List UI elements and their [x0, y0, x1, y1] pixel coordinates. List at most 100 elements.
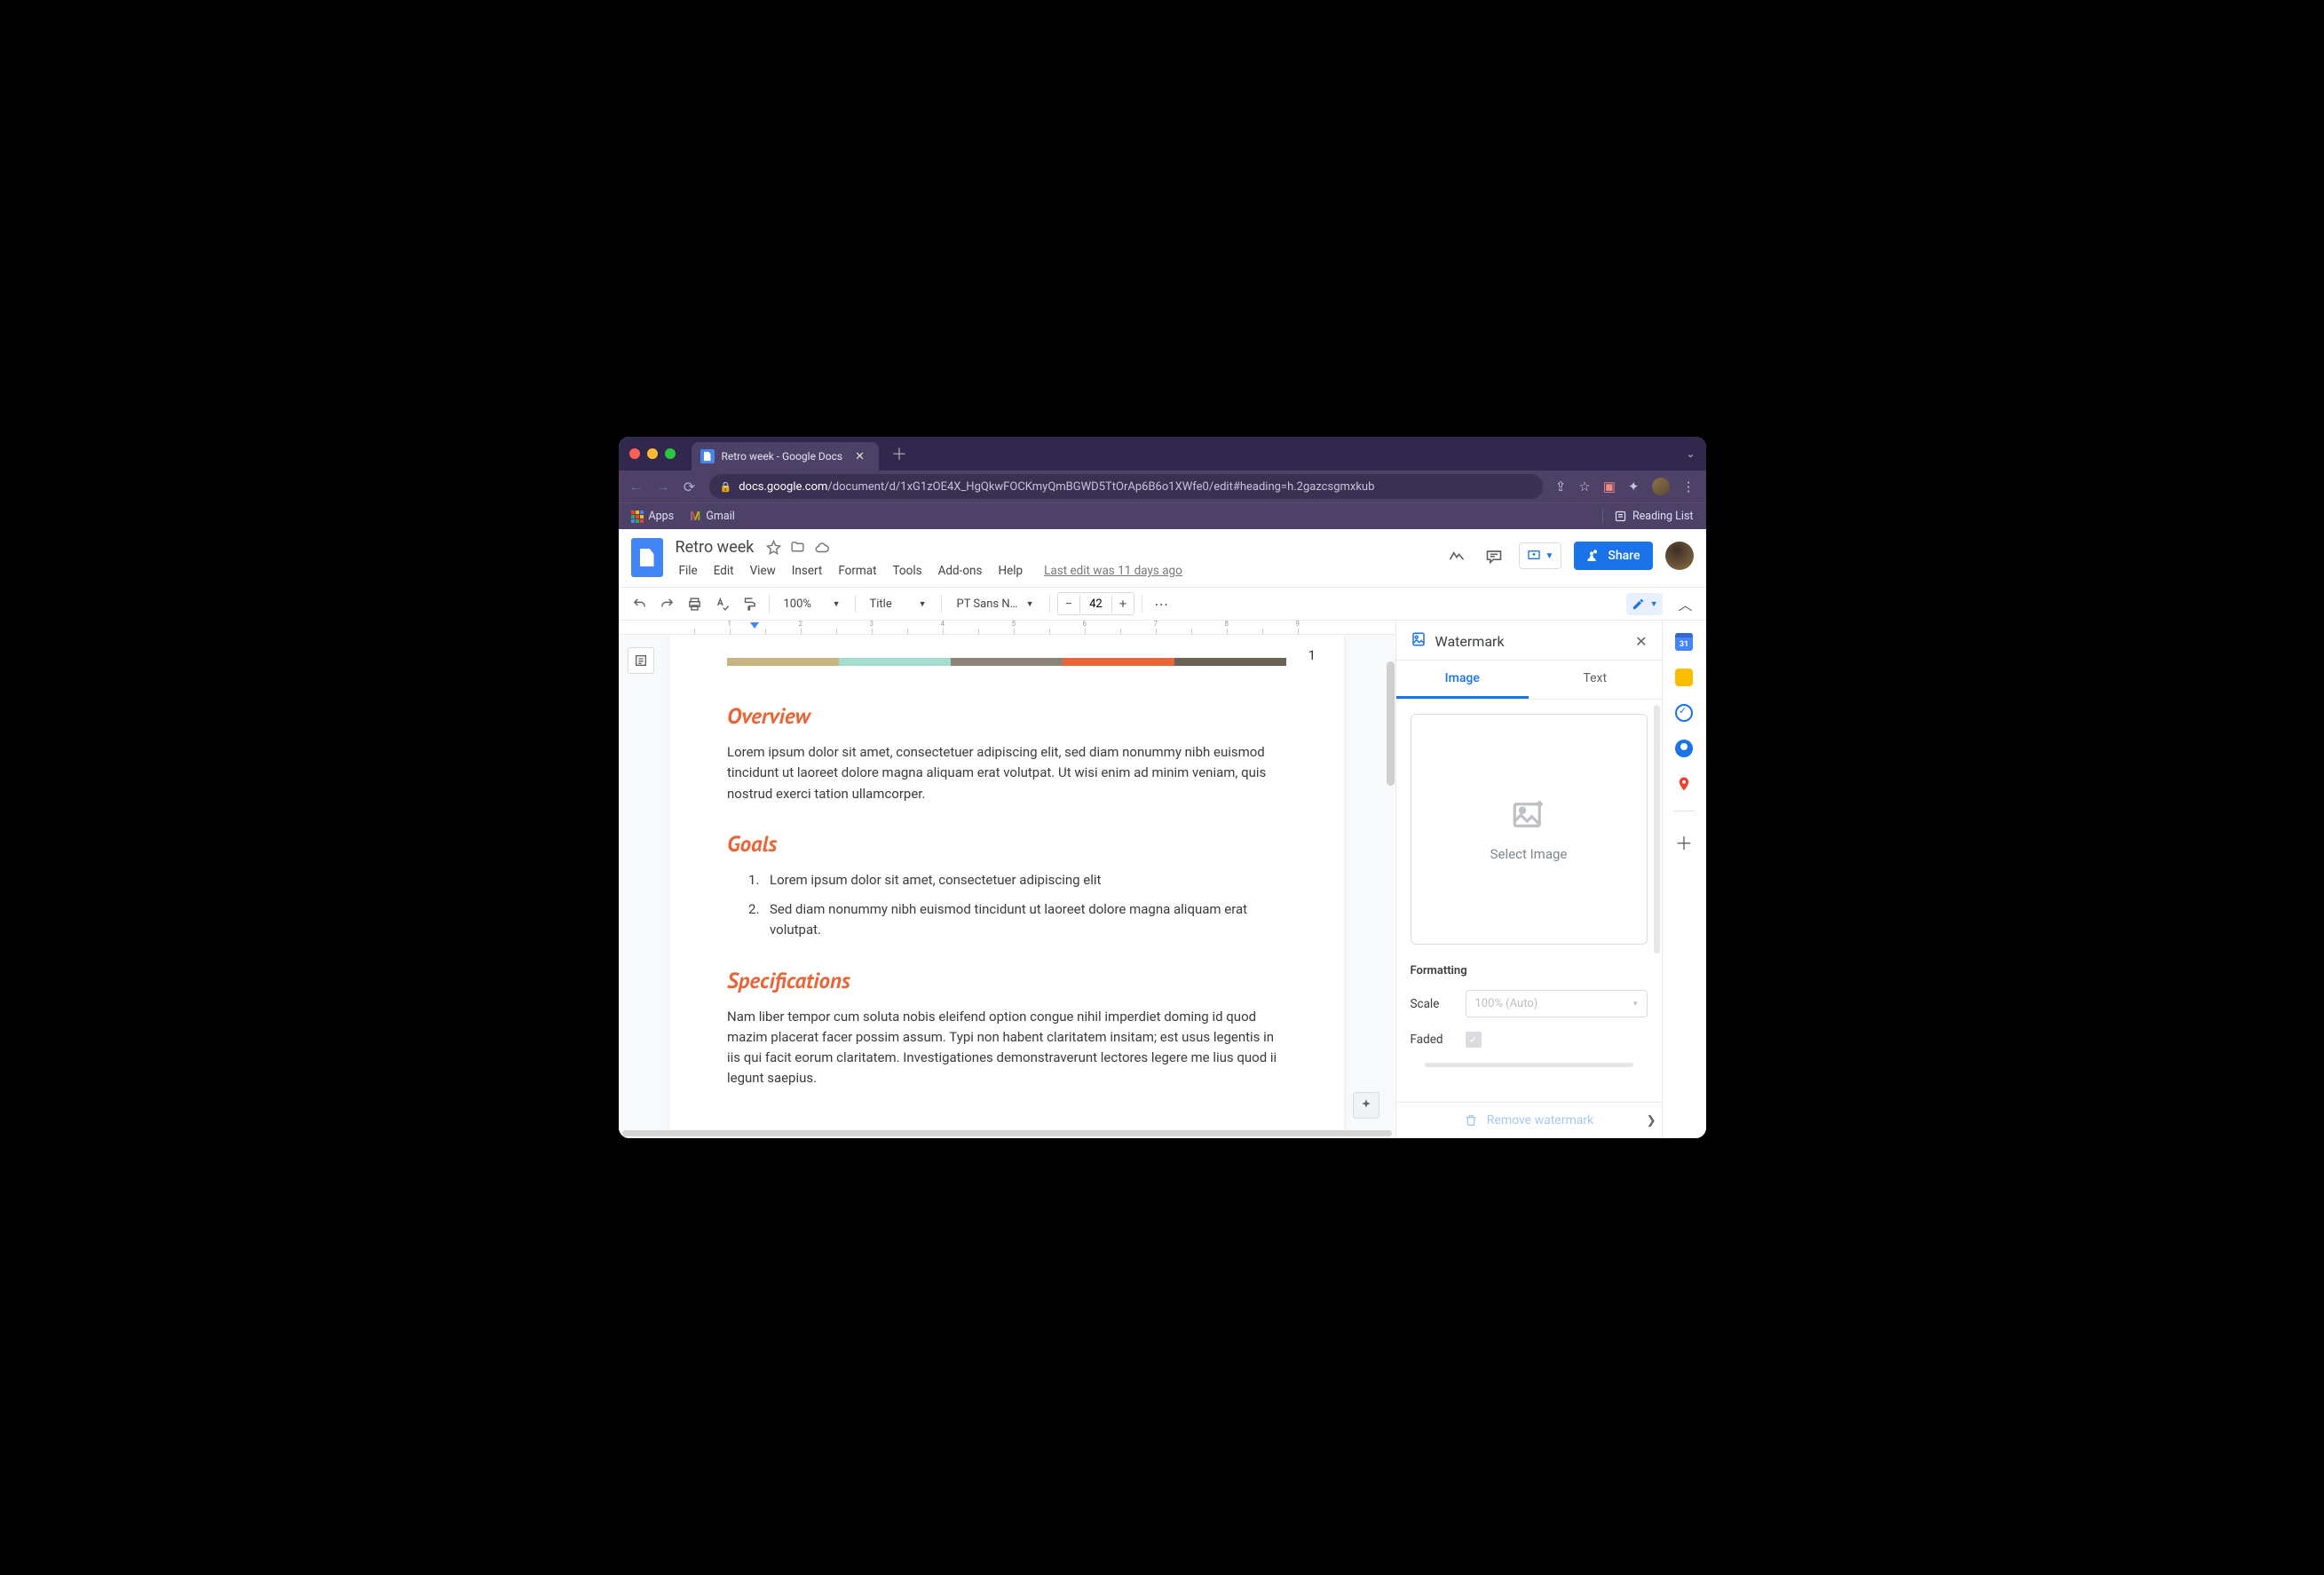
bookmark-star-icon[interactable]: ☆: [1578, 479, 1590, 495]
heading-overview[interactable]: Overview: [727, 701, 1286, 730]
gmail-icon: M: [690, 510, 700, 524]
calendar-icon[interactable]: 31: [1675, 633, 1693, 651]
activity-icon[interactable]: [1444, 543, 1469, 568]
select-image-label: Select Image: [1490, 846, 1568, 862]
menu-file[interactable]: File: [672, 560, 705, 582]
apps-shortcut[interactable]: Apps: [631, 510, 675, 523]
gmail-shortcut[interactable]: M Gmail: [690, 510, 735, 524]
panel-header: Watermark ✕: [1396, 621, 1662, 661]
list-item[interactable]: Lorem ipsum dolor sit amet, consectetuer…: [727, 870, 1286, 890]
close-panel-icon[interactable]: ✕: [1635, 633, 1647, 650]
account-avatar[interactable]: [1665, 542, 1694, 570]
menu-format[interactable]: Format: [831, 560, 883, 582]
tabs-menu-icon[interactable]: ⌄: [1686, 447, 1695, 460]
profile-avatar-icon[interactable]: [1652, 478, 1670, 495]
list-item[interactable]: Sed diam nonummy nibh euismod tincidunt …: [727, 899, 1286, 941]
remove-watermark-button[interactable]: Remove watermark ❯: [1396, 1102, 1662, 1138]
present-button[interactable]: ▼: [1519, 542, 1561, 569]
tasks-icon[interactable]: [1675, 704, 1693, 722]
ruler[interactable]: [619, 621, 1395, 635]
address-input[interactable]: 🔒 docs.google.com/document/d/1xG1zOE4X_H…: [709, 474, 1543, 499]
close-tab-icon[interactable]: ✕: [855, 450, 865, 463]
share-button[interactable]: Share: [1574, 542, 1652, 570]
doc-title-input[interactable]: Retro week: [672, 536, 758, 558]
editing-mode-button[interactable]: ▼: [1626, 593, 1664, 615]
header-actions: ▼ Share: [1444, 542, 1693, 570]
overview-body[interactable]: Lorem ipsum dolor sit amet, consectetuer…: [727, 742, 1286, 804]
reload-button[interactable]: ⟳: [683, 479, 697, 495]
font-select[interactable]: PT Sans N…▼: [949, 593, 1042, 615]
more-tools-button[interactable]: ⋯: [1150, 591, 1173, 617]
maximize-window-button[interactable]: [665, 448, 676, 459]
docs-logo-icon[interactable]: [631, 538, 663, 577]
cloud-status-icon[interactable]: [814, 540, 830, 556]
star-icon[interactable]: [766, 540, 781, 555]
tab-text[interactable]: Text: [1529, 661, 1662, 699]
comments-icon[interactable]: [1482, 543, 1506, 568]
collapse-toolbar-button[interactable]: ︿: [1673, 589, 1696, 619]
nav-forward-button[interactable]: →: [656, 478, 670, 495]
close-window-button[interactable]: [629, 448, 640, 459]
redo-button[interactable]: [655, 592, 679, 616]
page[interactable]: 1 Overview Lorem ipsum dolor sit amet, c…: [669, 635, 1344, 1129]
extension-icon[interactable]: ▣: [1603, 479, 1616, 495]
menu-help[interactable]: Help: [991, 560, 1030, 582]
watermark-icon: [1411, 631, 1427, 651]
print-button[interactable]: [683, 592, 707, 616]
indent-marker-icon[interactable]: [750, 622, 759, 629]
heading-specs[interactable]: Specifications: [727, 966, 1286, 994]
share-page-icon[interactable]: ⇪: [1555, 479, 1567, 495]
panel-hscroll[interactable]: [1425, 1062, 1633, 1069]
last-edit-link[interactable]: Last edit was 11 days ago: [1037, 560, 1190, 582]
tab-image[interactable]: Image: [1396, 661, 1530, 699]
minimize-window-button[interactable]: [647, 448, 658, 459]
menu-addons[interactable]: Add-ons: [931, 560, 990, 582]
maps-icon[interactable]: [1675, 775, 1693, 793]
undo-button[interactable]: [628, 592, 652, 616]
nav-back-button[interactable]: ←: [629, 478, 644, 495]
faded-label: Faded: [1411, 1033, 1453, 1047]
font-size-value[interactable]: 42: [1079, 595, 1112, 613]
contacts-icon[interactable]: [1675, 740, 1693, 757]
faded-checkbox[interactable]: ✓: [1466, 1032, 1482, 1048]
font-size-plus[interactable]: +: [1112, 593, 1134, 614]
scale-label: Scale: [1411, 997, 1453, 1011]
docs-favicon-icon: [700, 449, 715, 463]
reading-list-button[interactable]: Reading List: [1602, 510, 1694, 523]
browser-window: Retro week - Google Docs ✕ ＋ ⌄ ← → ⟳ 🔒 d…: [619, 437, 1706, 1138]
style-select[interactable]: Title▼: [863, 594, 934, 614]
select-image-dropzone[interactable]: Select Image: [1411, 714, 1648, 945]
paint-format-button[interactable]: [738, 592, 762, 616]
watermark-panel: Watermark ✕ Image Text Select Image Form…: [1395, 621, 1662, 1138]
doc-header: Retro week File Edit View Insert Format …: [619, 529, 1706, 582]
specs-body[interactable]: Nam liber tempor cum soluta nobis eleife…: [727, 1007, 1286, 1089]
menu-edit[interactable]: Edit: [707, 560, 741, 582]
menu-view[interactable]: View: [743, 560, 783, 582]
scale-select[interactable]: 100% (Auto)▾: [1466, 990, 1648, 1017]
side-tray: 31 ＋: [1662, 621, 1706, 1138]
kebab-menu-icon[interactable]: ⋮: [1682, 479, 1696, 495]
menu-tools[interactable]: Tools: [886, 560, 929, 582]
keep-icon[interactable]: [1675, 669, 1693, 686]
panel-body: Select Image Formatting Scale 100% (Auto…: [1396, 700, 1662, 1102]
canvas-area: 1 Overview Lorem ipsum dolor sit amet, c…: [619, 621, 1395, 1138]
vertical-scrollbar[interactable]: [1387, 653, 1395, 1120]
panel-collapse-icon[interactable]: ❯: [1647, 1114, 1656, 1128]
zoom-select[interactable]: 100%▼: [777, 594, 848, 614]
horizontal-scrollbar[interactable]: [619, 1129, 1395, 1138]
heading-goals[interactable]: Goals: [727, 829, 1286, 858]
spellcheck-button[interactable]: [710, 592, 734, 616]
panel-scrollbar[interactable]: [1654, 705, 1660, 954]
extensions-puzzle-icon[interactable]: ✦: [1628, 479, 1640, 495]
goals-list[interactable]: Lorem ipsum dolor sit amet, consectetuer…: [727, 870, 1286, 941]
explore-button[interactable]: [1353, 1092, 1379, 1119]
doc-scroll[interactable]: 1 Overview Lorem ipsum dolor sit amet, c…: [619, 635, 1395, 1129]
browser-tab[interactable]: Retro week - Google Docs ✕: [692, 442, 880, 471]
panel-title: Watermark: [1435, 633, 1627, 650]
font-size-minus[interactable]: −: [1058, 593, 1080, 614]
new-tab-button[interactable]: ＋: [891, 442, 907, 465]
get-addons-button[interactable]: ＋: [1675, 829, 1693, 855]
move-folder-icon[interactable]: [790, 540, 805, 555]
menu-insert[interactable]: Insert: [785, 560, 830, 582]
window-controls: [629, 448, 676, 459]
